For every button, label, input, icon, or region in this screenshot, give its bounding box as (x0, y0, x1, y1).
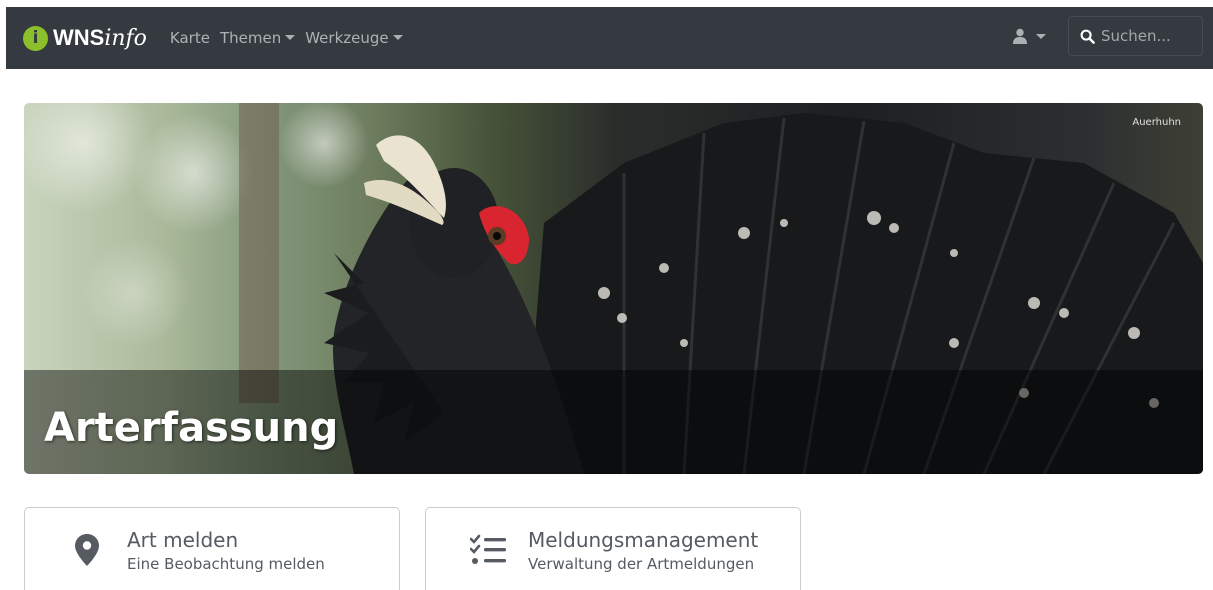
info-badge-icon: i (23, 25, 48, 51)
card-text: Meldungsmanagement Verwaltung der Artmel… (528, 528, 758, 573)
nav-links: Karte Themen Werkzeuge (170, 29, 413, 47)
top-navbar: i WNS info Karte Themen Werkzeuge (6, 7, 1213, 69)
brand-name-suffix: info (104, 25, 147, 51)
map-marker-icon (67, 534, 107, 574)
nav-item-karte[interactable]: Karte (170, 29, 210, 47)
card-subtitle: Verwaltung der Artmeldungen (528, 555, 755, 573)
tasks-icon (468, 534, 508, 574)
card-meldungsmanagement[interactable]: Meldungsmanagement Verwaltung der Artmel… (425, 507, 801, 590)
search-box (1068, 16, 1203, 56)
nav-item-themen-label: Themen (219, 29, 282, 47)
card-title: Meldungsmanagement (528, 528, 759, 552)
photo-credit: Auerhuhn (1132, 117, 1181, 128)
caret-down-icon (285, 35, 296, 40)
caret-down-icon (392, 35, 403, 40)
page-title: Arterfassung (44, 405, 339, 451)
search-input[interactable] (1101, 27, 1196, 45)
nav-right (1012, 16, 1203, 56)
hero-banner: Auerhuhn Arterfassung (24, 103, 1203, 474)
nav-item-themen[interactable]: Themen (219, 29, 296, 47)
caret-down-icon (1036, 33, 1046, 39)
brand-logo[interactable]: i WNS info (23, 25, 147, 51)
card-subtitle: Eine Beobachtung melden (127, 555, 325, 573)
user-menu[interactable] (1012, 28, 1046, 44)
nav-item-werkzeuge[interactable]: Werkzeuge (305, 29, 403, 47)
card-text: Art melden Eine Beobachtung melden (127, 528, 325, 573)
search-icon (1080, 29, 1095, 44)
card-title: Art melden (127, 528, 239, 552)
nav-item-werkzeuge-label: Werkzeuge (305, 29, 389, 47)
user-icon (1013, 28, 1027, 44)
card-art-melden[interactable]: Art melden Eine Beobachtung melden (24, 507, 400, 590)
brand-name: WNS (53, 25, 105, 50)
